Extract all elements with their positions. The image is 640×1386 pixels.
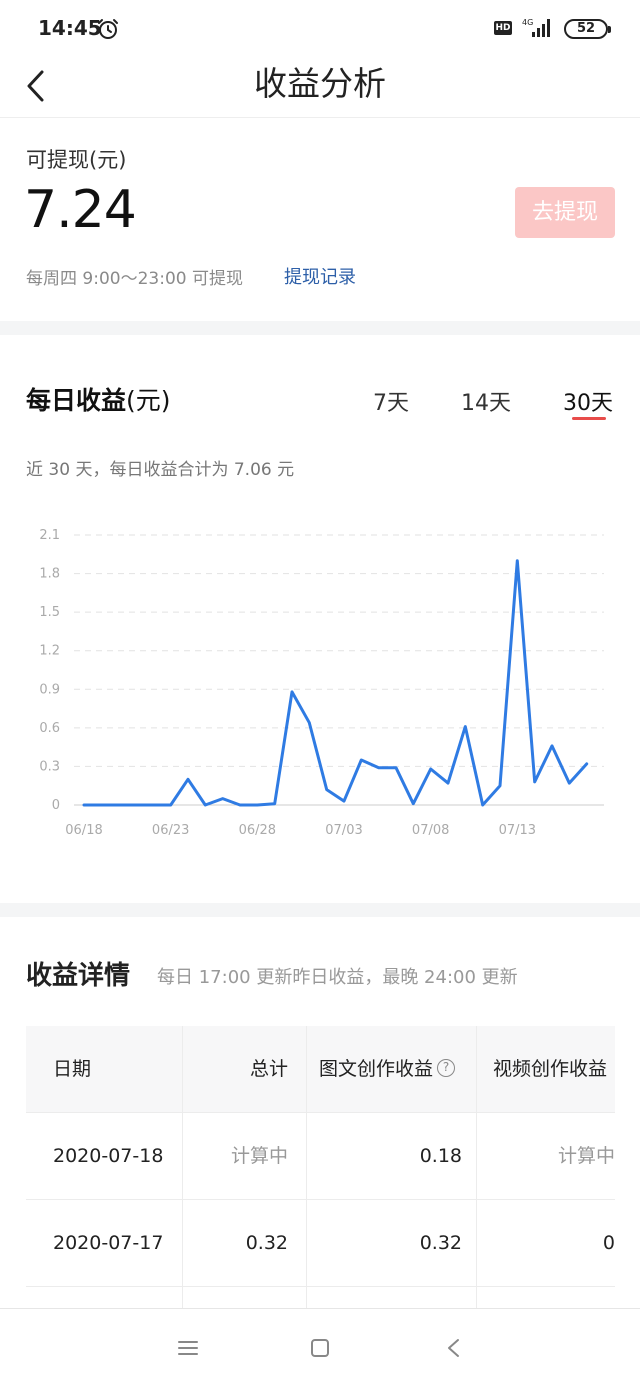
section-divider: [0, 321, 640, 335]
status-time: 14:45: [38, 16, 102, 40]
section-divider: [0, 903, 640, 917]
column-header-article-income: 图文创作收益?: [307, 1026, 477, 1113]
withdraw-button[interactable]: 去提现: [515, 187, 615, 238]
menu-icon[interactable]: [174, 1334, 202, 1362]
x-tick-label: 06/18: [65, 823, 102, 838]
row-total: 计算中: [183, 1113, 307, 1200]
nav-bar: 收益分析: [0, 56, 640, 118]
back-triangle-icon[interactable]: [440, 1334, 468, 1362]
status-bar: 14:45 HD 4G 52: [0, 0, 640, 56]
row-total: 0.32: [183, 1200, 307, 1287]
column-header-date: 日期: [26, 1026, 183, 1113]
row-date: 2020-07-17: [26, 1200, 183, 1287]
withdraw-schedule-note: 每周四 9:00～23:00 可提现: [26, 269, 243, 289]
y-tick-label: 2.1: [39, 528, 60, 543]
daily-income-title: 每日收益(元): [26, 381, 171, 417]
daily-income-section: 每日收益(元) 7天 14天 30天 近 30 天，每日收益合计为 7.06 元…: [0, 335, 640, 903]
row-article-income: 0.18: [307, 1113, 477, 1200]
row-video-income: 计算中: [557, 1145, 615, 1167]
x-tick-label: 06/23: [152, 823, 189, 838]
income-details-update-note: 每日 17:00 更新昨日收益，最晚 24:00 更新: [157, 967, 518, 988]
tab-14-days[interactable]: 14天: [461, 385, 511, 417]
y-tick-label: 1.2: [39, 644, 60, 659]
withdraw-history-link[interactable]: 提现记录: [284, 263, 356, 289]
table-row: 2020-07-17 0.32 0.32 0: [26, 1200, 615, 1287]
y-tick-label: 1.5: [39, 605, 60, 620]
table-row: 2020-07-18 计算中 0.18 计算中: [26, 1113, 615, 1200]
daily-income-unit: (元): [126, 386, 171, 415]
help-icon[interactable]: ?: [437, 1059, 456, 1077]
income-details-section: 收益详情 每日 17:00 更新昨日收益，最晚 24:00 更新 日期 总计 图…: [0, 917, 640, 1326]
y-tick-label: 1.8: [39, 567, 60, 582]
active-tab-indicator: [572, 417, 606, 420]
y-tick-label: 0.6: [39, 721, 60, 736]
x-tick-label: 07/13: [499, 823, 536, 838]
table-header-row: 日期 总计 图文创作收益? 视频创作收益: [26, 1026, 615, 1113]
page-title: 收益分析: [254, 64, 386, 103]
column-header-video-income: 视频创作收益: [493, 1058, 608, 1080]
system-navigation-bar: [0, 1308, 640, 1386]
daily-income-summary: 近 30 天，每日收益合计为 7.06 元: [26, 460, 295, 480]
tab-30-days[interactable]: 30天: [563, 385, 613, 417]
signal-icon: 4G: [522, 18, 550, 37]
column-header-total: 总计: [183, 1026, 307, 1113]
daily-income-title-text: 每日收益: [26, 386, 127, 415]
y-tick-label: 0.9: [39, 682, 60, 697]
alarm-clock-icon: [98, 19, 118, 39]
income-details-table[interactable]: 日期 总计 图文创作收益? 视频创作收益 2020-07-18 计算中 0.18…: [26, 1026, 615, 1326]
balance-label: 可提现(元): [26, 148, 127, 172]
battery-icon: 52: [564, 19, 611, 39]
income-details-title: 收益详情: [26, 961, 131, 991]
row-video-income: 0: [602, 1232, 615, 1254]
column-header-article-income-label: 图文创作收益: [319, 1058, 434, 1080]
y-tick-label: 0.3: [39, 759, 60, 774]
x-tick-label: 07/08: [412, 823, 449, 838]
tab-7-days[interactable]: 7天: [373, 385, 409, 417]
home-square-icon[interactable]: [306, 1334, 334, 1362]
y-tick-label: 0: [52, 798, 60, 813]
daily-income-line-chart: 0 0.3 0.6 0.9 1.2 1.5 1.8 2.1 06/18 06/23 06/28 07/…: [39, 528, 604, 838]
balance-section: 可提现(元) 7.24 去提现 每周四 9:00～23:00 可提现 提现记录: [0, 118, 640, 321]
x-tick-label: 07/03: [325, 823, 362, 838]
row-article-income: 0.32: [307, 1200, 477, 1287]
income-series-line: [82, 559, 589, 807]
hd-icon: HD: [494, 21, 512, 35]
balance-amount: 7.24: [24, 180, 137, 240]
row-date: 2020-07-18: [26, 1113, 183, 1200]
x-tick-label: 06/28: [239, 823, 276, 838]
network-type-label: 4G: [522, 18, 533, 27]
